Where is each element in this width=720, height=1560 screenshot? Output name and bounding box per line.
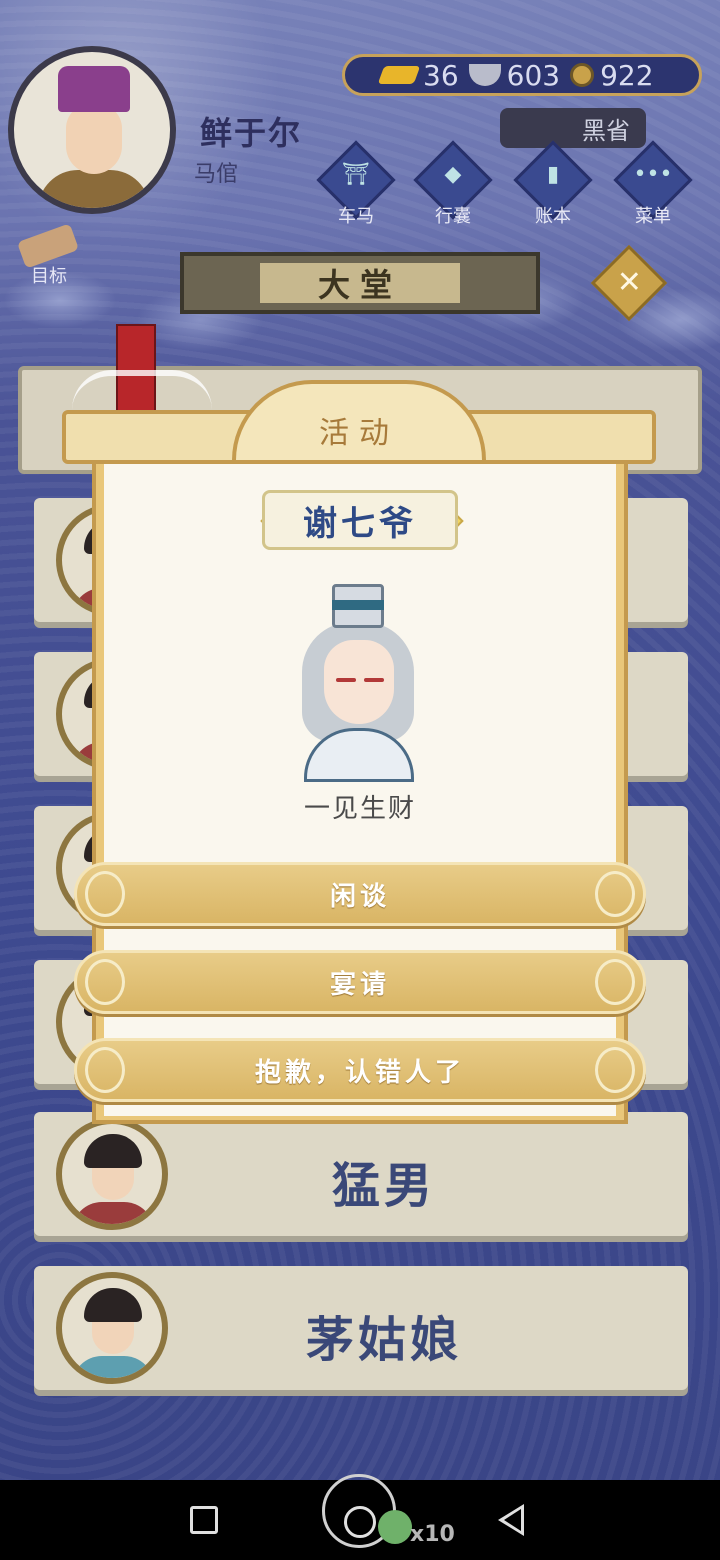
menu-carriage-button[interactable]: ⛩ 车马 xyxy=(316,140,396,228)
npc-description: 一见生财 xyxy=(303,794,416,824)
option-apologize-button[interactable]: 抱歉，认错人了 xyxy=(74,1038,646,1102)
dialog-title: 活动 xyxy=(319,416,399,451)
close-icon: ✕ xyxy=(616,265,642,301)
cloud-ornament-icon xyxy=(85,959,125,1005)
menu-ledger-button[interactable]: ▮ 账本 xyxy=(513,140,593,228)
copper-coin-icon xyxy=(570,63,595,87)
heisheng-label: 黑省 xyxy=(582,116,630,145)
cloud-ornament-icon xyxy=(595,959,635,1005)
hall-title: 大堂 xyxy=(260,263,460,304)
player-name: 鲜于尔 xyxy=(200,114,303,152)
list-item-maoguniang[interactable]: 茅姑娘 xyxy=(34,1266,688,1390)
character-name: 茅姑娘 xyxy=(305,1312,462,1368)
cloud-ornament-icon xyxy=(85,871,125,917)
carriage-icon: ⛩ xyxy=(342,162,370,187)
floating-count: x10 xyxy=(410,1522,455,1547)
gold-ingot-icon xyxy=(377,66,421,84)
menu-bag-button[interactable]: ◆ 行囊 xyxy=(413,140,493,228)
cloud-ornament-icon xyxy=(85,1047,125,1093)
player-title: 马倌 xyxy=(194,162,239,187)
silver-ingot-icon xyxy=(468,64,501,86)
back-icon[interactable] xyxy=(498,1504,524,1536)
coin-amount: 922 xyxy=(600,58,654,92)
recent-apps-icon[interactable] xyxy=(190,1506,218,1534)
option-banquet-button[interactable]: 宴请 xyxy=(74,950,646,1014)
option-label: 宴请 xyxy=(329,969,390,1000)
menu-label: 行囊 xyxy=(435,206,471,227)
list-item-menggnan[interactable]: 猛男 xyxy=(34,1112,688,1236)
hall-title-banner: 大堂 xyxy=(180,252,540,314)
menu-more-button[interactable]: ••• 菜单 xyxy=(613,140,693,228)
gold-amount: 36 xyxy=(423,58,459,92)
option-label: 抱歉，认错人了 xyxy=(254,1057,465,1088)
npc-portrait xyxy=(290,582,430,782)
cloud-ornament-icon xyxy=(595,1047,635,1093)
heisheng-button[interactable]: 黑省 xyxy=(500,108,646,148)
option-label: 闲谈 xyxy=(329,881,390,912)
menu-label: 菜单 xyxy=(635,206,671,227)
bag-icon: ◆ xyxy=(444,162,462,187)
menu-label: 账本 xyxy=(535,206,571,227)
mascot-icon xyxy=(378,1510,412,1544)
cloud-ornament-icon xyxy=(595,871,635,917)
option-chat-button[interactable]: 闲谈 xyxy=(74,862,646,926)
character-avatar xyxy=(56,1118,168,1230)
player-avatar[interactable] xyxy=(8,46,176,214)
goal-label: 目标 xyxy=(31,266,67,287)
menu-label: 车马 xyxy=(338,206,374,227)
npc-name: 谢七爷 xyxy=(262,490,458,550)
character-avatar xyxy=(56,1272,168,1384)
more-icon: ••• xyxy=(633,162,673,187)
goal-button[interactable]: 目标 xyxy=(14,223,84,288)
character-name: 猛男 xyxy=(331,1158,436,1214)
silver-amount: 603 xyxy=(506,58,561,92)
ledger-icon: ▮ xyxy=(546,162,560,187)
currency-bar: 36 603 922 xyxy=(342,54,702,96)
